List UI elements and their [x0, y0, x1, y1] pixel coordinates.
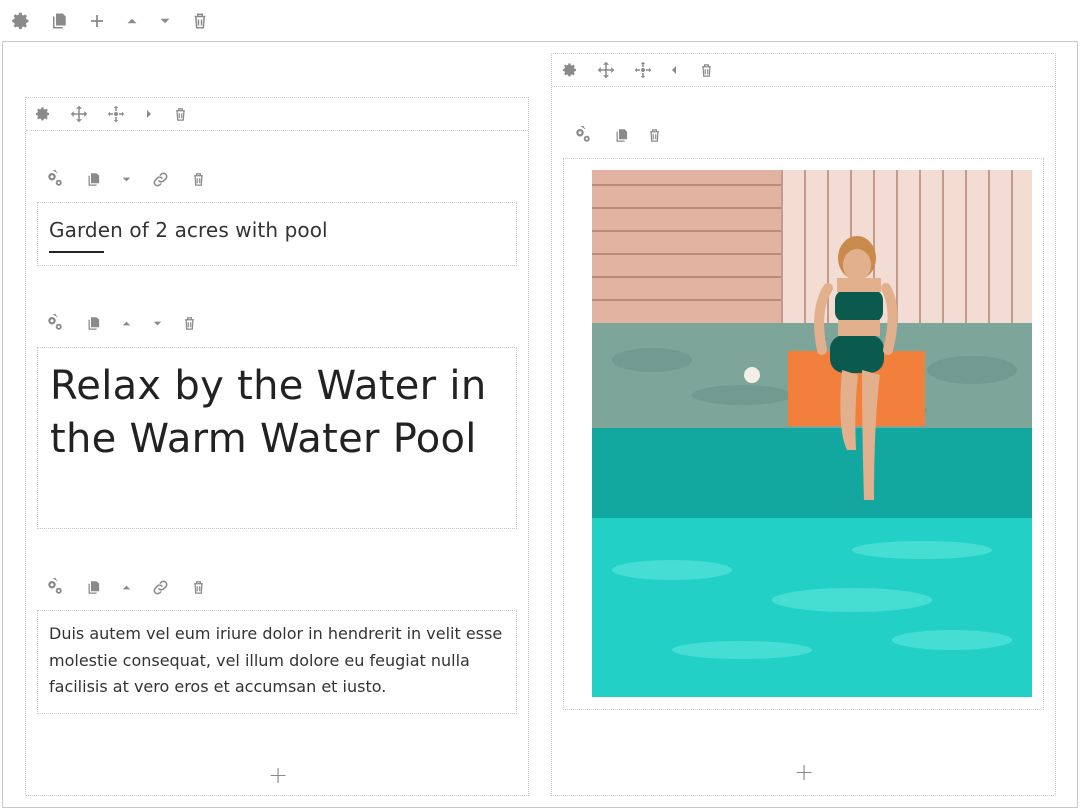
paragraph-toolbar: [44, 576, 244, 598]
copy-icon[interactable]: [610, 124, 632, 146]
settings-gears-icon[interactable]: [44, 168, 66, 190]
heading-block[interactable]: Relax by the Water in the Warm Water Poo…: [37, 347, 517, 529]
column-toolbar: [552, 54, 1055, 87]
expand-right-icon[interactable]: [138, 103, 160, 125]
move-icon[interactable]: [595, 59, 617, 81]
pool-photo: [592, 170, 1032, 697]
subtitle-block[interactable]: Garden of 2 acres with pool: [37, 202, 517, 266]
settings-gears-icon[interactable]: [44, 312, 66, 334]
trash-icon[interactable]: [169, 103, 191, 125]
add-icon[interactable]: [86, 10, 108, 32]
subtitle-text: Garden of 2 acres with pool: [49, 218, 328, 242]
image-block[interactable]: [563, 158, 1044, 710]
trash-icon[interactable]: [187, 576, 209, 598]
gear-icon[interactable]: [10, 10, 32, 32]
copy-icon[interactable]: [82, 168, 104, 190]
image-toolbar: [572, 124, 692, 146]
trash-icon[interactable]: [695, 59, 717, 81]
move-up-icon[interactable]: [115, 312, 137, 334]
move-icon[interactable]: [68, 103, 90, 125]
gear-icon[interactable]: [32, 103, 54, 125]
subtitle-toolbar: [44, 168, 244, 190]
left-column: Garden of 2 acres with pool Relax by the…: [25, 97, 529, 796]
move-up-icon[interactable]: [121, 10, 143, 32]
move-down-icon[interactable]: [146, 312, 168, 334]
resize-icon[interactable]: [632, 59, 654, 81]
trash-icon[interactable]: [187, 168, 209, 190]
gear-icon[interactable]: [559, 59, 581, 81]
heading-toolbar: [44, 312, 244, 334]
subtitle-underline: [49, 251, 104, 253]
paragraph-block[interactable]: Duis autem vel eum iriure dolor in hendr…: [37, 610, 517, 714]
paragraph-text: Duis autem vel eum iriure dolor in hendr…: [49, 624, 503, 696]
add-block-button[interactable]: +: [266, 763, 290, 787]
column-toolbar: [26, 98, 528, 131]
link-icon[interactable]: [149, 168, 171, 190]
copy-icon[interactable]: [82, 576, 104, 598]
right-column: +: [551, 53, 1056, 796]
collapse-left-icon[interactable]: [663, 59, 685, 81]
top-toolbar: [0, 0, 1080, 42]
move-down-icon[interactable]: [154, 10, 176, 32]
copy-icon[interactable]: [48, 10, 70, 32]
link-icon[interactable]: [149, 576, 171, 598]
copy-icon[interactable]: [82, 312, 104, 334]
trash-icon[interactable]: [643, 124, 665, 146]
trash-icon[interactable]: [178, 312, 200, 334]
move-up-icon[interactable]: [115, 576, 137, 598]
heading-text: Relax by the Water in the Warm Water Poo…: [50, 363, 487, 462]
resize-icon[interactable]: [105, 103, 127, 125]
trash-icon[interactable]: [189, 10, 211, 32]
settings-gears-icon[interactable]: [572, 124, 594, 146]
add-block-button[interactable]: +: [792, 760, 816, 784]
settings-gears-icon[interactable]: [44, 576, 66, 598]
move-down-icon[interactable]: [115, 168, 137, 190]
